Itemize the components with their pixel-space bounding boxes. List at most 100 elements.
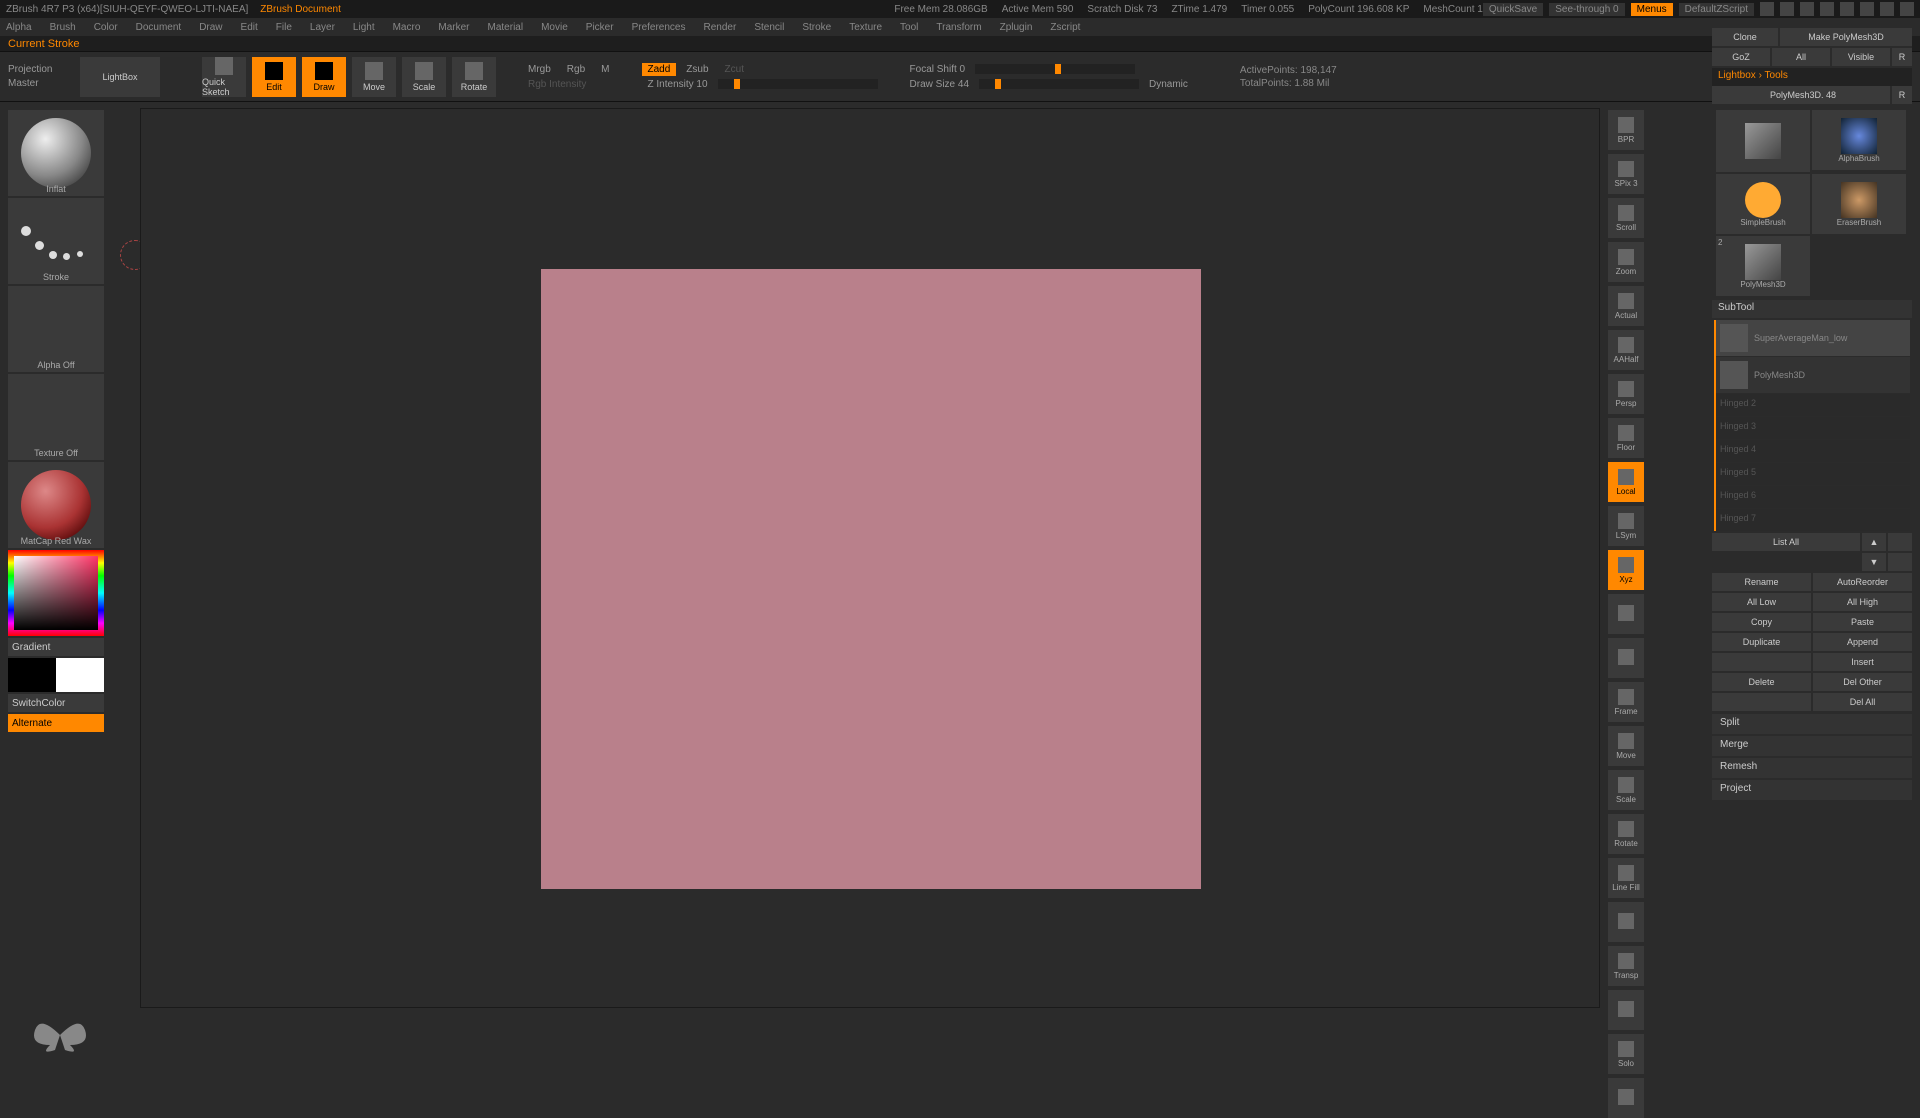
menu-zplugin[interactable]: Zplugin [1000, 22, 1033, 33]
close-icon[interactable] [1900, 2, 1914, 16]
menu-texture[interactable]: Texture [849, 22, 882, 33]
mrgb-toggle[interactable]: Mrgb [522, 63, 557, 76]
gradient-toggle[interactable]: Gradient [8, 638, 104, 656]
arrow-up-icon[interactable]: ▲ [1862, 533, 1886, 551]
tool-polymesh3d[interactable]: 2PolyMesh3D [1716, 236, 1810, 296]
menu-movie[interactable]: Movie [541, 22, 568, 33]
menu-draw[interactable]: Draw [199, 22, 222, 33]
list-all-button[interactable]: List All [1712, 533, 1860, 551]
tool-eraser-brush[interactable]: EraserBrush [1812, 174, 1906, 234]
goz-visible-button[interactable]: Visible [1832, 48, 1890, 66]
menu-alpha[interactable]: Alpha [6, 22, 32, 33]
menu-layer[interactable]: Layer [310, 22, 335, 33]
rstrip-frame[interactable]: Frame [1608, 682, 1644, 722]
move-button[interactable]: Move [352, 57, 396, 97]
menu-stroke[interactable]: Stroke [802, 22, 831, 33]
menu-preferences[interactable]: Preferences [632, 22, 686, 33]
window-icon-4[interactable] [1820, 2, 1834, 16]
tool-simple-brush[interactable]: SimpleBrush [1716, 174, 1810, 234]
menu-material[interactable]: Material [488, 22, 524, 33]
rstrip-blank[interactable] [1608, 594, 1644, 634]
rstrip-aahalf[interactable]: AAHalf [1608, 330, 1644, 370]
op-all-low-button[interactable]: All Low [1712, 593, 1811, 611]
menu-light[interactable]: Light [353, 22, 375, 33]
brush-selector[interactable]: Inflat [8, 110, 104, 196]
rstrip-blank[interactable] [1608, 990, 1644, 1030]
zadd-toggle[interactable]: Zadd [642, 63, 677, 76]
rstrip-floor[interactable]: Floor [1608, 418, 1644, 458]
quicksave-button[interactable]: QuickSave [1483, 3, 1543, 16]
menu-document[interactable]: Document [136, 22, 182, 33]
material-selector[interactable]: MatCap Red Wax [8, 462, 104, 548]
rstrip-transp[interactable]: Transp [1608, 946, 1644, 986]
seethrough-slider[interactable]: See-through 0 [1549, 3, 1624, 16]
op-all-high-button[interactable]: All High [1813, 593, 1912, 611]
op-append-button[interactable]: Append [1813, 633, 1912, 651]
rstrip-xyz[interactable]: Xyz [1608, 550, 1644, 590]
canvas[interactable] [140, 108, 1600, 1008]
goz-all-button[interactable]: All [1772, 48, 1830, 66]
menu-stencil[interactable]: Stencil [754, 22, 784, 33]
window-icon-5[interactable] [1840, 2, 1854, 16]
rstrip-blank[interactable] [1608, 902, 1644, 942]
rstrip-bpr[interactable]: BPR [1608, 110, 1644, 150]
subtool-header[interactable]: SubTool [1712, 300, 1912, 318]
menu-zscript[interactable]: Zscript [1050, 22, 1080, 33]
draw-size-slider[interactable] [979, 79, 1139, 89]
op-delete-button[interactable]: Delete [1712, 673, 1811, 691]
rotate-button[interactable]: Rotate [452, 57, 496, 97]
op-paste-button[interactable]: Paste [1813, 613, 1912, 631]
rstrip-rotate[interactable]: Rotate [1608, 814, 1644, 854]
arrow-down-icon[interactable]: ▼ [1862, 553, 1886, 571]
rstrip-scale[interactable]: Scale [1608, 770, 1644, 810]
edit-button[interactable]: Edit [252, 57, 296, 97]
goz-r-button[interactable]: R [1892, 48, 1912, 66]
m-toggle[interactable]: M [595, 63, 615, 76]
projection-master-button[interactable]: Projection Master [8, 57, 74, 97]
minimize-icon[interactable] [1860, 2, 1874, 16]
fold-split[interactable]: Split [1712, 714, 1912, 734]
rstrip-scroll[interactable]: Scroll [1608, 198, 1644, 238]
op-autoreorder-button[interactable]: AutoReorder [1813, 573, 1912, 591]
rgb-intensity-slider[interactable]: Rgb Intensity [522, 78, 592, 91]
op-del-other-button[interactable]: Del Other [1813, 673, 1912, 691]
menus-button[interactable]: Menus [1631, 3, 1673, 16]
op-duplicate-button[interactable]: Duplicate [1712, 633, 1811, 651]
script-label[interactable]: DefaultZScript [1679, 3, 1754, 16]
clone-button[interactable]: Clone [1712, 28, 1778, 46]
menu-transform[interactable]: Transform [936, 22, 981, 33]
fold-merge[interactable]: Merge [1712, 736, 1912, 756]
rstrip-actual[interactable]: Actual [1608, 286, 1644, 326]
rstrip-move[interactable]: Move [1608, 726, 1644, 766]
quicksketch-button[interactable]: Quick Sketch [202, 57, 246, 97]
draw-button[interactable]: Draw [302, 57, 346, 97]
rstrip-blank[interactable] [1608, 638, 1644, 678]
zsub-toggle[interactable]: Zsub [680, 63, 714, 76]
menu-file[interactable]: File [276, 22, 292, 33]
lightbox-tools-header[interactable]: Lightbox › Tools [1712, 68, 1912, 86]
rstrip-lsym[interactable]: LSym [1608, 506, 1644, 546]
menu-brush[interactable]: Brush [50, 22, 76, 33]
op-rename-button[interactable]: Rename [1712, 573, 1811, 591]
rstrip-persp[interactable]: Persp [1608, 374, 1644, 414]
lightbox-button[interactable]: LightBox [80, 57, 160, 97]
subtool-item-1[interactable]: PolyMesh3D [1716, 357, 1910, 393]
arrow-blank-icon[interactable] [1888, 533, 1912, 551]
make-polymesh-button[interactable]: Make PolyMesh3D [1780, 28, 1912, 46]
focal-shift-slider[interactable] [975, 64, 1135, 74]
rstrip-solo[interactable]: Solo [1608, 1034, 1644, 1074]
menu-macro[interactable]: Macro [393, 22, 421, 33]
op-copy-button[interactable]: Copy [1712, 613, 1811, 631]
texture-selector[interactable]: Texture Off [8, 374, 104, 460]
scale-button[interactable]: Scale [402, 57, 446, 97]
menu-picker[interactable]: Picker [586, 22, 614, 33]
op-insert-button[interactable]: Insert [1813, 653, 1912, 671]
menu-color[interactable]: Color [94, 22, 118, 33]
z-intensity-slider[interactable] [718, 79, 878, 89]
menu-marker[interactable]: Marker [438, 22, 469, 33]
tool-alpha-brush[interactable]: AlphaBrush [1812, 110, 1906, 170]
rstrip-zoom[interactable]: Zoom [1608, 242, 1644, 282]
goz-button[interactable]: GoZ [1712, 48, 1770, 66]
subtool-item-0[interactable]: SuperAverageMan_low [1716, 320, 1910, 356]
menu-edit[interactable]: Edit [241, 22, 258, 33]
